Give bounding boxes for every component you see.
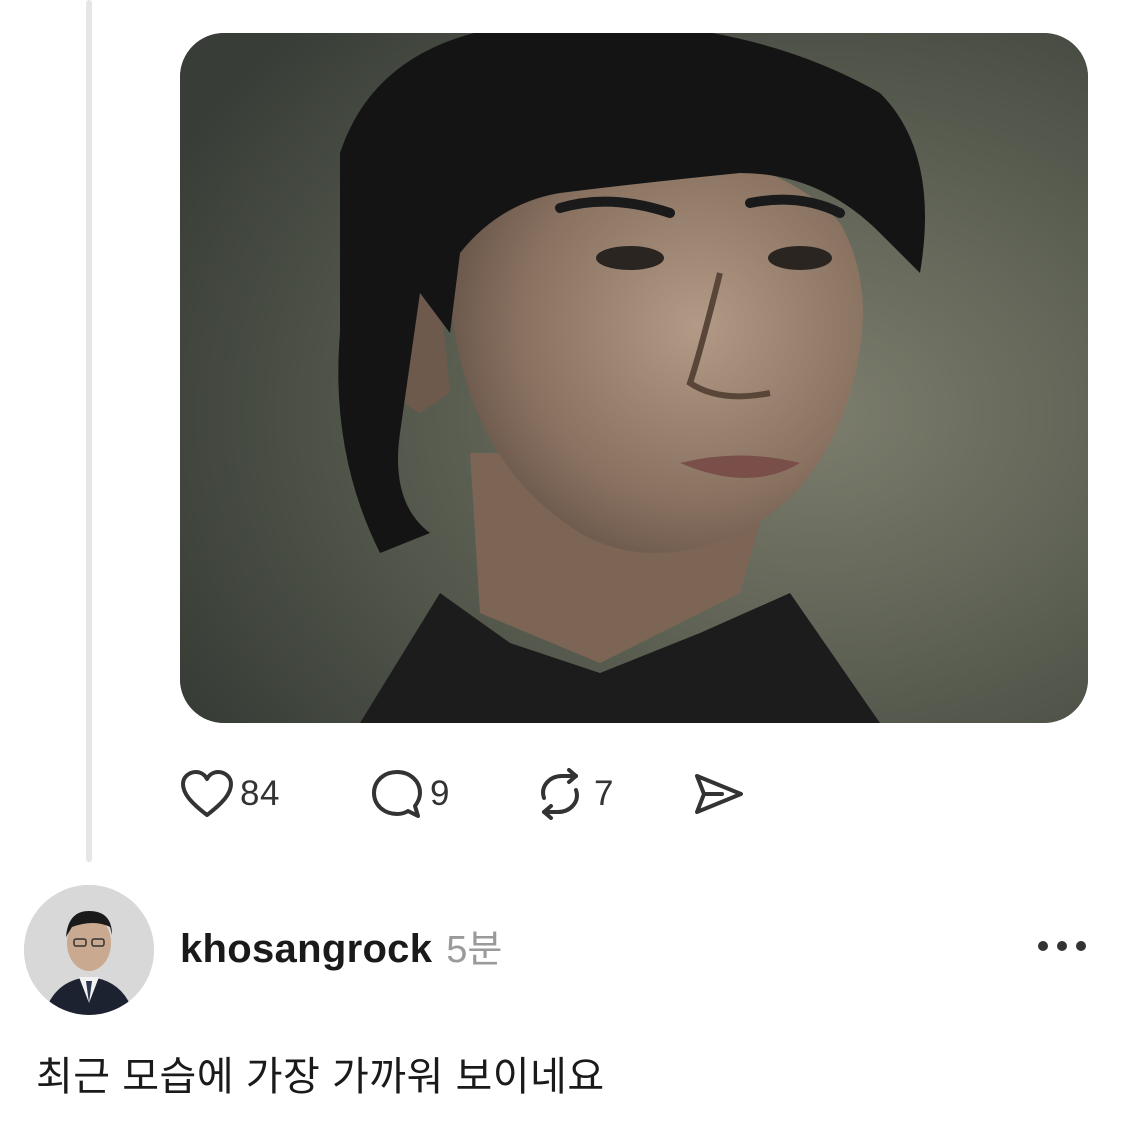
post-actions-bar: 84 9 7 bbox=[180, 762, 746, 826]
more-dots-icon bbox=[1038, 941, 1086, 951]
reply-header: khosangrock 5분 bbox=[180, 918, 502, 974]
reply-text: 최근 모습에 가장 가까워 보이네요 bbox=[36, 1055, 605, 1099]
like-button[interactable]: 84 bbox=[180, 769, 370, 819]
send-icon bbox=[695, 774, 743, 814]
repost-button[interactable]: 7 bbox=[532, 768, 692, 820]
username[interactable]: khosangrock bbox=[180, 927, 432, 972]
like-count: 84 bbox=[240, 774, 280, 813]
comment-bubble-icon bbox=[372, 770, 422, 818]
share-button[interactable] bbox=[692, 770, 746, 818]
thread-connector-line bbox=[86, 0, 92, 862]
comment-button[interactable]: 9 bbox=[370, 768, 532, 820]
heart-icon bbox=[181, 770, 233, 817]
portrait-illustration bbox=[180, 33, 1088, 723]
more-options-button[interactable] bbox=[1034, 928, 1090, 964]
comment-count: 9 bbox=[430, 774, 450, 813]
avatar-photo bbox=[24, 885, 154, 1015]
timestamp: 5분 bbox=[446, 929, 503, 971]
avatar[interactable] bbox=[24, 885, 154, 1015]
repost-count: 7 bbox=[594, 774, 614, 813]
post-image[interactable] bbox=[180, 33, 1088, 723]
repost-icon bbox=[541, 768, 579, 820]
